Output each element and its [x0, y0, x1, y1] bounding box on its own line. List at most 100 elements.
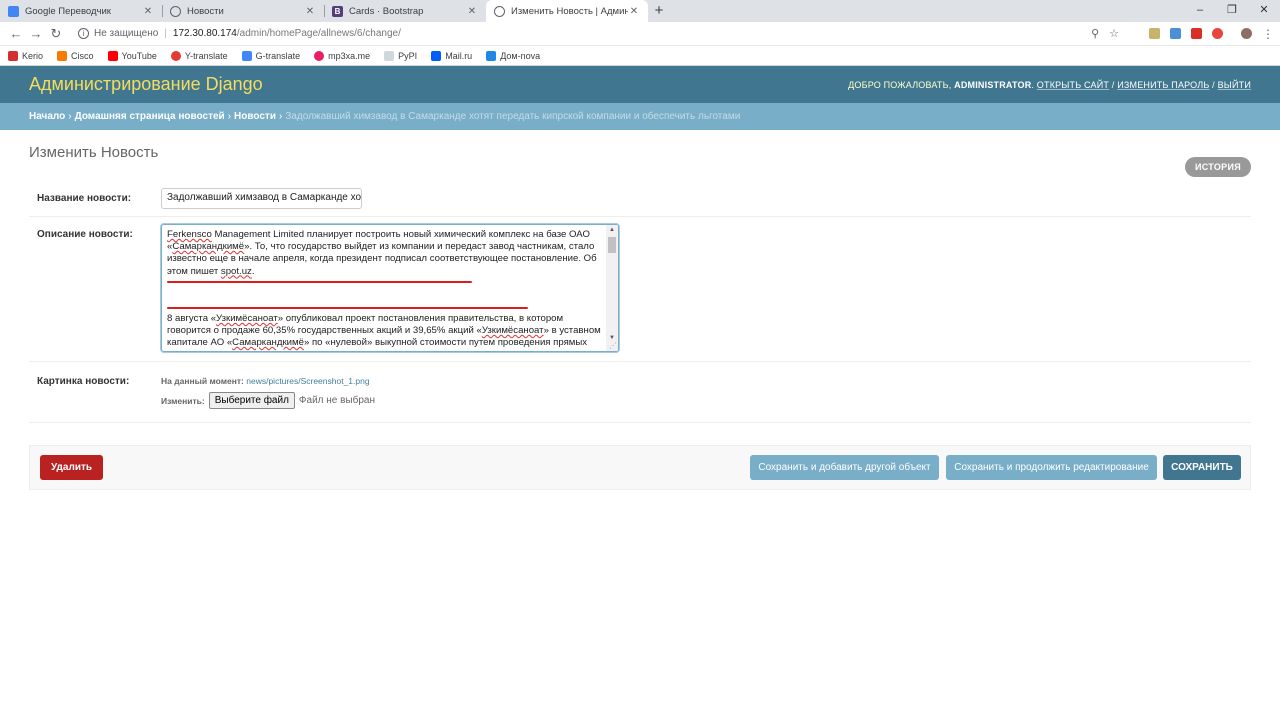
breadcrumb-model[interactable]: Новости: [234, 111, 276, 122]
form-row-description: Описание новости: Ferkensco Management L…: [29, 217, 1251, 362]
resize-handle-icon[interactable]: ⋰: [609, 341, 617, 350]
breadcrumb-separator: ›: [278, 111, 283, 122]
current-file-link[interactable]: news/pictures/Screenshot_1.png: [246, 376, 369, 386]
save-button[interactable]: СОХРАНИТЬ: [1163, 455, 1241, 480]
bookmark-cisco[interactable]: Cisco: [57, 50, 94, 61]
extension-icon[interactable]: [1170, 28, 1181, 39]
divider: |: [164, 28, 167, 39]
tab-title: Изменить Новость | Администр: [511, 5, 628, 17]
bookmark-g-translate[interactable]: G-translate: [241, 50, 301, 61]
bookmark-label: G-translate: [255, 50, 301, 61]
close-icon[interactable]: ✕: [628, 6, 640, 17]
browser-tab[interactable]: B Cards · Bootstrap ✕: [324, 0, 486, 22]
close-icon[interactable]: ✕: [304, 6, 316, 17]
bookmark-label: Y-translate: [184, 50, 228, 61]
browser-tab-active[interactable]: Изменить Новость | Администр ✕: [486, 0, 648, 22]
breadcrumb-separator: ›: [227, 111, 232, 122]
title-input[interactable]: Задолжавший химзавод в Самарканде хот: [161, 188, 362, 209]
bookmark-mp3xa[interactable]: mp3xa.me: [314, 50, 371, 61]
reload-icon[interactable]: ↻: [46, 26, 66, 42]
scrollbar-thumb[interactable]: [608, 237, 616, 253]
url-host: 172.30.80.174: [172, 28, 237, 39]
new-tab-button[interactable]: +: [648, 0, 670, 22]
text-run: 8 августа «: [167, 312, 217, 324]
misspelled-word: spot.uz: [220, 265, 252, 277]
forward-icon[interactable]: →: [26, 26, 46, 41]
save-and-add-another-button[interactable]: Сохранить и добавить другой объект: [750, 455, 939, 480]
choose-file-button[interactable]: Выберите файл: [208, 392, 295, 409]
save-and-continue-button[interactable]: Сохранить и продолжить редактирование: [946, 455, 1157, 480]
bookmark-label: Kerio: [22, 50, 44, 61]
site-branding[interactable]: Администрирование Django: [29, 74, 263, 95]
image-label: Картинка новости:: [37, 376, 130, 387]
user-tools: ДОБРО ПОЖАЛОВАТЬ, ADMINISTRATOR. ОТКРЫТЬ…: [848, 79, 1251, 90]
mailru-icon: [431, 50, 442, 61]
window-controls: – ❐ ✕: [1184, 0, 1280, 22]
bookmark-label: mp3xa.me: [328, 50, 371, 61]
welcome-text: ДОБРО ПОЖАЛОВАТЬ,: [848, 79, 952, 90]
change-password-link[interactable]: ИЗМЕНИТЬ ПАРОЛЬ: [1117, 80, 1209, 90]
music-icon: [314, 50, 325, 61]
extensions: ⋮: [1149, 27, 1274, 41]
bookmark-mailru[interactable]: Mail.ru: [431, 50, 473, 61]
cisco-icon: [57, 50, 68, 61]
minimize-button[interactable]: –: [1184, 0, 1216, 22]
bookmarks-bar: Kerio Cisco YouTube Y-translate G-transl…: [0, 46, 1280, 66]
tab-title: Новости: [187, 5, 224, 17]
bookmark-label: Mail.ru: [445, 50, 473, 61]
description-label: Описание новости:: [37, 229, 133, 240]
close-icon[interactable]: ✕: [142, 6, 154, 17]
bootstrap-icon: B: [332, 5, 343, 17]
textarea-scrollbar[interactable]: ▲ ▼: [606, 225, 618, 351]
history-button[interactable]: ИСТОРИЯ: [1184, 157, 1251, 177]
google-translate-icon: [8, 5, 19, 17]
form-fieldset: Название новости: Задолжавший химзавод в…: [29, 181, 1251, 423]
breadcrumb-home[interactable]: Начало: [29, 111, 65, 122]
pypi-icon: [384, 50, 395, 61]
breadcrumb-current: Задолжавший химзавод в Самарканде хотят …: [285, 111, 741, 122]
text-run: .: [251, 265, 255, 277]
menu-icon[interactable]: ⋮: [1262, 27, 1274, 41]
info-icon[interactable]: i: [78, 28, 89, 39]
address-bar: ← → ↻ i Не защищено | 172.30.80.174 /adm…: [0, 22, 1280, 46]
description-textarea[interactable]: Ferkensco Management Limited планирует п…: [161, 224, 619, 352]
url-field[interactable]: i Не защищено | 172.30.80.174 /admin/hom…: [72, 24, 1125, 44]
view-site-link[interactable]: ОТКРЫТЬ САЙТ: [1037, 80, 1109, 90]
zoom-icon[interactable]: ⚲: [1091, 27, 1099, 40]
delete-button[interactable]: Удалить: [40, 455, 103, 480]
bookmark-y-translate[interactable]: Y-translate: [170, 50, 228, 61]
main-content: Изменить Новость ИСТОРИЯ Название новост…: [0, 144, 1280, 490]
bookmark-label: Cisco: [71, 50, 94, 61]
extension-icon[interactable]: [1149, 28, 1160, 39]
close-window-button[interactable]: ✕: [1248, 0, 1280, 22]
breadcrumb-app[interactable]: Домашняя страница новостей: [75, 111, 225, 122]
music-extension-icon[interactable]: [1212, 28, 1223, 39]
scroll-up-icon[interactable]: ▲: [606, 225, 618, 235]
youtube-extension-icon[interactable]: [1191, 28, 1202, 39]
page-title: Изменить Новость: [29, 144, 159, 161]
close-icon[interactable]: ✕: [466, 6, 478, 17]
no-file-text: Файл не выбран: [298, 395, 376, 406]
bookmark-dom-nova[interactable]: Дом-nova: [486, 50, 540, 61]
logout-link[interactable]: ВЫЙТИ: [1218, 80, 1251, 90]
dom-nova-icon: [486, 50, 497, 61]
back-icon[interactable]: ←: [6, 26, 26, 41]
bookmark-pypi[interactable]: PyPI: [384, 50, 417, 61]
restore-button[interactable]: ❐: [1216, 0, 1248, 22]
admin-header: Администрирование Django ДОБРО ПОЖАЛОВАТ…: [0, 66, 1280, 103]
url-path: /admin/homePage/allnews/6/change/: [236, 28, 401, 39]
avatar[interactable]: [1241, 28, 1252, 39]
misspelled-word: Самаркандкимё: [172, 241, 245, 253]
red-annotation-line: [167, 306, 528, 309]
title-label: Название новости:: [37, 193, 132, 204]
browser-tab[interactable]: Google Переводчик ✕: [0, 0, 162, 22]
browser-tab[interactable]: Новости ✕: [162, 0, 324, 22]
username: ADMINISTRATOR: [954, 79, 1032, 90]
bookmark-kerio[interactable]: Kerio: [8, 50, 44, 61]
star-icon[interactable]: ☆: [1109, 27, 1119, 40]
form-row-title: Название новости: Задолжавший химзавод в…: [29, 181, 1251, 217]
change-file-label: Изменить:: [161, 395, 205, 406]
bookmark-youtube[interactable]: YouTube: [107, 50, 157, 61]
browser-tab-bar: Google Переводчик ✕ Новости ✕ B Cards · …: [0, 0, 1280, 22]
description-paragraph: Ferkensco Management Limited планирует п…: [167, 229, 604, 278]
